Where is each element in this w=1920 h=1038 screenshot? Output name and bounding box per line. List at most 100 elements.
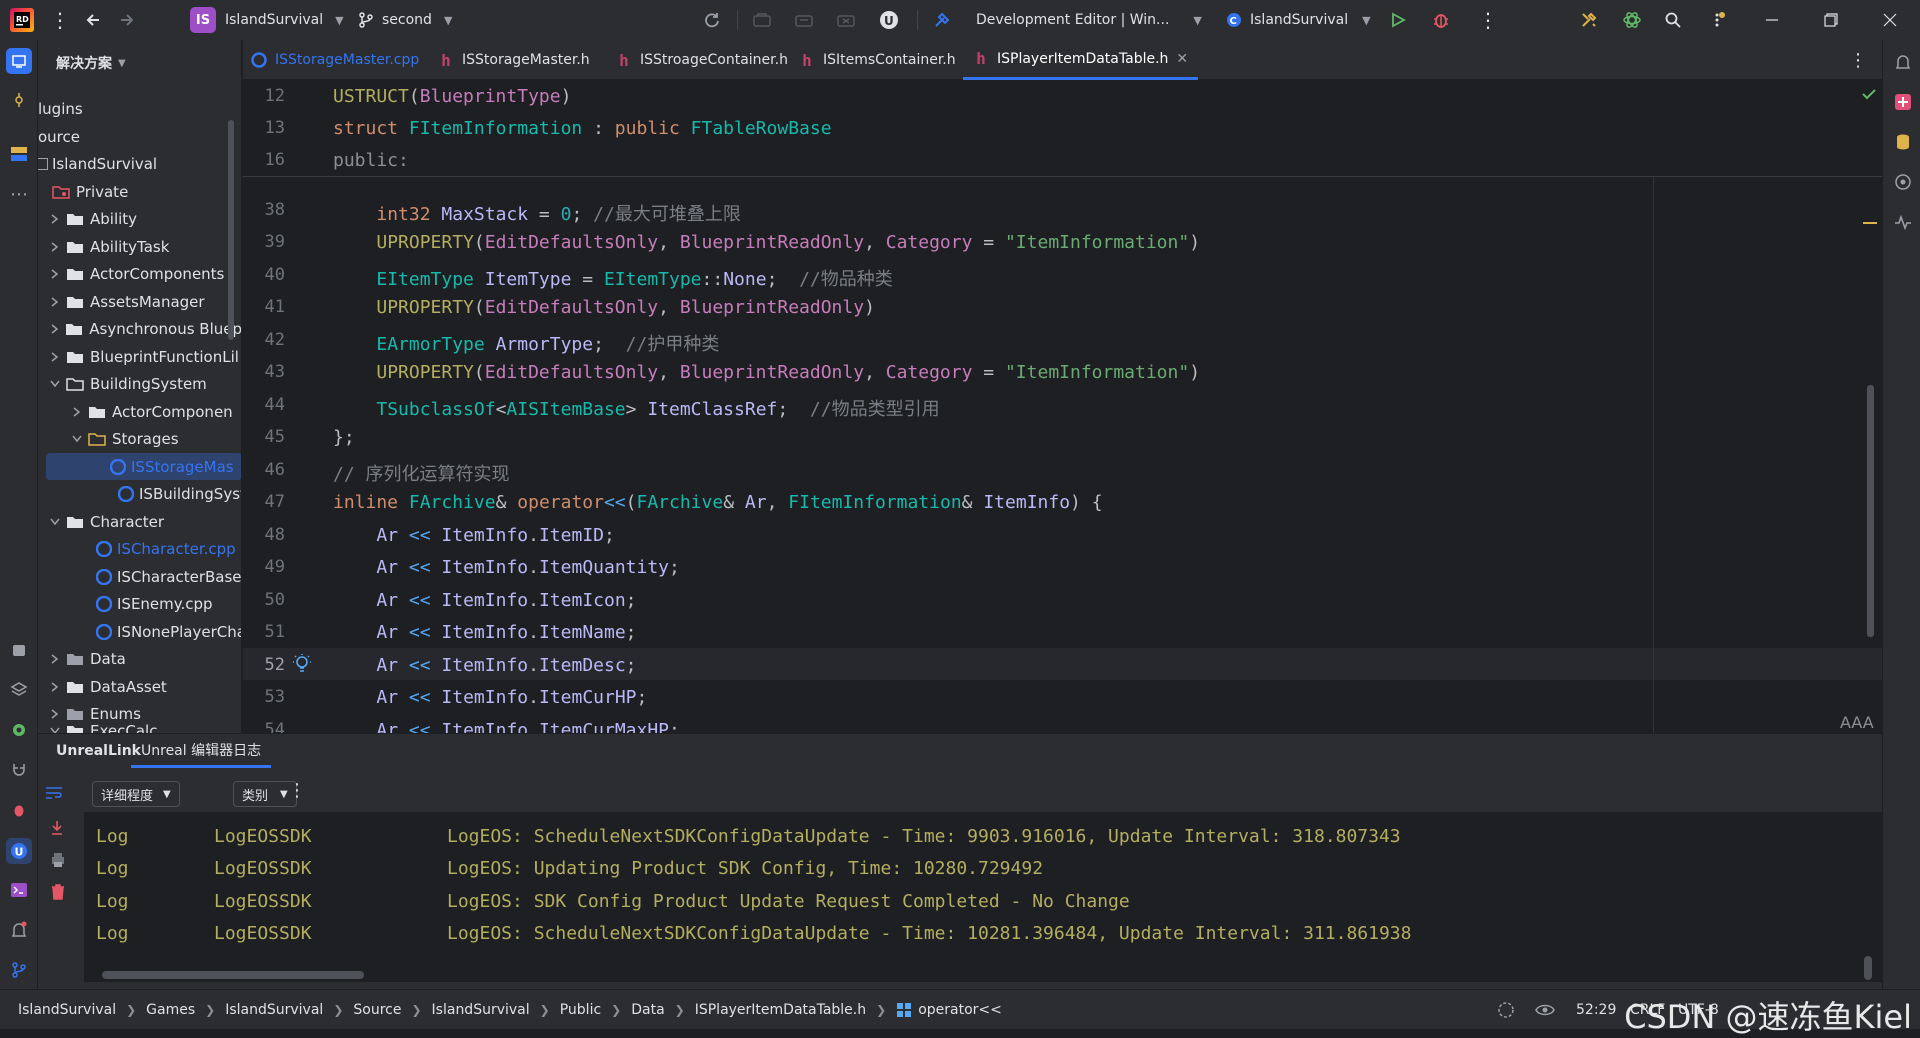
more-tools-icon[interactable]: ⋯ xyxy=(7,182,31,206)
tab-unreallink[interactable]: UnrealLink xyxy=(56,734,141,768)
chevron-right-icon[interactable] xyxy=(48,267,62,281)
layers-icon[interactable] xyxy=(7,678,31,702)
tree-row[interactable]: AssetsManager xyxy=(38,288,241,315)
more-actions-icon[interactable]: ⋮ xyxy=(1478,0,1498,40)
tab-storage-master-h[interactable]: h ISStorageMaster.h xyxy=(438,40,589,80)
wrap-lines-icon[interactable] xyxy=(44,784,64,802)
no-problems-check-icon[interactable] xyxy=(1862,88,1876,100)
tree-row[interactable]: BuildingSystem xyxy=(38,370,241,397)
git-icon[interactable] xyxy=(7,958,31,982)
tree-row[interactable]: AbilityTask xyxy=(38,233,241,260)
tree-row[interactable]: ource xyxy=(38,123,241,150)
learn-icon[interactable] xyxy=(1891,170,1915,194)
branch-selector[interactable]: second ▼ xyxy=(358,0,452,40)
project-selector[interactable]: IS IslandSurvival ▼ xyxy=(190,0,344,40)
main-menu-icon[interactable]: ⋮ xyxy=(50,0,70,40)
tree-row[interactable]: ISBuildingSystem xyxy=(38,480,241,507)
minimize-icon[interactable] xyxy=(1765,0,1779,40)
notifications-icon[interactable] xyxy=(1891,50,1915,74)
chevron-down-icon[interactable] xyxy=(48,515,62,529)
tab-storage-container-h[interactable]: h ISStroageContainer.h xyxy=(616,40,788,80)
tree-row[interactable]: lugins xyxy=(38,95,241,122)
chevron-right-icon[interactable] xyxy=(48,652,62,666)
chevron-right-icon[interactable] xyxy=(48,322,61,336)
lightbulb-icon[interactable] xyxy=(292,653,312,675)
tree-row[interactable]: Asynchronous Bluep xyxy=(38,315,241,342)
search-icon[interactable] xyxy=(1664,0,1682,40)
breadcrumb-item[interactable]: IslandSurvival xyxy=(432,1002,530,1018)
tab-editor-log[interactable]: Unreal 编辑器日志 xyxy=(131,734,272,768)
tree-row[interactable]: Private xyxy=(38,178,241,205)
problems-bug-icon[interactable] xyxy=(7,798,31,822)
notifications-bell-icon[interactable] xyxy=(7,918,31,942)
settings-notification-icon[interactable] xyxy=(1708,0,1726,40)
chevron-down-icon[interactable] xyxy=(48,724,62,733)
code-editor[interactable]: 37 UPROPERTY(EditDefaultsOnly, Blueprint… xyxy=(243,80,1882,733)
explorer-icon[interactable] xyxy=(6,48,32,74)
breadcrumb-item[interactable]: ISPlayerItemDataTable.h xyxy=(695,1002,866,1018)
breadcrumb-item[interactable]: Games xyxy=(146,1002,195,1018)
database-tool-icon[interactable] xyxy=(1891,130,1915,154)
tree-row[interactable]: ISNonePlayerCha xyxy=(38,618,241,645)
tree-row[interactable]: DataAsset xyxy=(38,673,241,700)
log-output[interactable]: Log LogEOSSDK LogEOS: ScheduleNextSDKConfi… xyxy=(84,812,1882,982)
ai-chat-icon[interactable] xyxy=(1891,90,1915,114)
restore-icon[interactable] xyxy=(1824,0,1838,40)
background-tasks-icon[interactable] xyxy=(1497,990,1515,1030)
forward-arrow-icon[interactable] xyxy=(118,0,136,40)
database-icon[interactable] xyxy=(7,638,31,662)
tree-scrollbar[interactable] xyxy=(228,120,234,340)
breadcrumb-item[interactable]: Public xyxy=(560,1002,601,1018)
chevron-right-icon[interactable] xyxy=(48,295,62,309)
clear-trash-icon[interactable] xyxy=(51,884,65,900)
refresh-icon[interactable] xyxy=(703,0,721,40)
tree-row[interactable]: ISEnemy.cpp xyxy=(38,590,241,617)
breadcrumb-item[interactable]: Source xyxy=(353,1002,401,1018)
tree-row[interactable]: IslandSurvival xyxy=(38,150,241,177)
panel-options-icon[interactable]: ⋮ xyxy=(288,780,306,801)
breadcrumb-item[interactable]: IslandSurvival xyxy=(18,1002,116,1018)
tree-row-selected[interactable]: ISStorageMas xyxy=(46,453,241,480)
chevron-right-icon[interactable] xyxy=(70,405,84,419)
tab-player-item-data-table-h[interactable]: h ISPlayerItemDataTable.h ✕ xyxy=(963,40,1199,80)
tree-row[interactable]: BlueprintFunctionLil xyxy=(38,343,241,370)
tree-row[interactable]: ISCharacter.cpp xyxy=(38,535,241,562)
scroll-to-end-icon[interactable] xyxy=(50,820,64,836)
visibility-eye-icon[interactable] xyxy=(1535,990,1555,1030)
tree-row[interactable]: ActorComponents xyxy=(38,260,241,287)
performance-icon[interactable] xyxy=(1891,210,1915,234)
run-icon[interactable] xyxy=(1390,0,1406,40)
commit-icon[interactable] xyxy=(7,88,31,112)
chevron-down-icon[interactable] xyxy=(70,432,84,446)
structure-icon[interactable] xyxy=(7,142,31,166)
unit-tests-icon[interactable] xyxy=(7,758,31,782)
breadcrumb-item[interactable]: Data xyxy=(631,1002,664,1018)
close-window-icon[interactable] xyxy=(1883,0,1897,40)
unreal-link-icon[interactable]: U xyxy=(6,838,32,864)
log-horizontal-scrollbar[interactable] xyxy=(102,971,364,979)
breadcrumb-item[interactable]: operator<< xyxy=(918,1002,1002,1018)
reader-mode-icon[interactable]: AAA xyxy=(1840,712,1876,732)
tree-row[interactable]: ActorComponen xyxy=(38,398,241,425)
warning-marker[interactable] xyxy=(1863,222,1877,224)
services-gear-icon[interactable] xyxy=(7,718,31,742)
sticky-scope-header[interactable]: 12 USTRUCT(BlueprintType) 13 struct FIte… xyxy=(243,80,1882,177)
breadcrumb-item[interactable]: IslandSurvival xyxy=(225,1002,323,1018)
clean-icon[interactable] xyxy=(836,0,856,40)
debug-icon[interactable] xyxy=(1432,0,1450,40)
build-solution-icon[interactable] xyxy=(752,0,772,40)
ai-assistant-icon[interactable] xyxy=(1622,0,1642,40)
rebuild-icon[interactable] xyxy=(794,0,814,40)
rider-logo-icon[interactable]: RD xyxy=(10,8,34,32)
tab-options-icon[interactable]: ⋮ xyxy=(1849,40,1867,80)
tree-row[interactable]: Character xyxy=(38,508,241,535)
solution-header[interactable]: 解决方案 ▼ xyxy=(56,53,126,73)
run-configuration-selector[interactable]: Development Editor | Win... ▼ xyxy=(976,0,1202,40)
chevron-right-icon[interactable] xyxy=(48,680,62,694)
tree-row[interactable]: Storages xyxy=(38,425,241,452)
chevron-right-icon[interactable] xyxy=(48,240,62,254)
verbosity-dropdown[interactable]: 详细程度 ▼ xyxy=(92,781,180,807)
tab-storage-master-cpp[interactable]: ISStorageMaster.cpp xyxy=(251,40,419,80)
tools-icon[interactable] xyxy=(1580,0,1598,40)
tree-row[interactable]: Data xyxy=(38,645,241,672)
